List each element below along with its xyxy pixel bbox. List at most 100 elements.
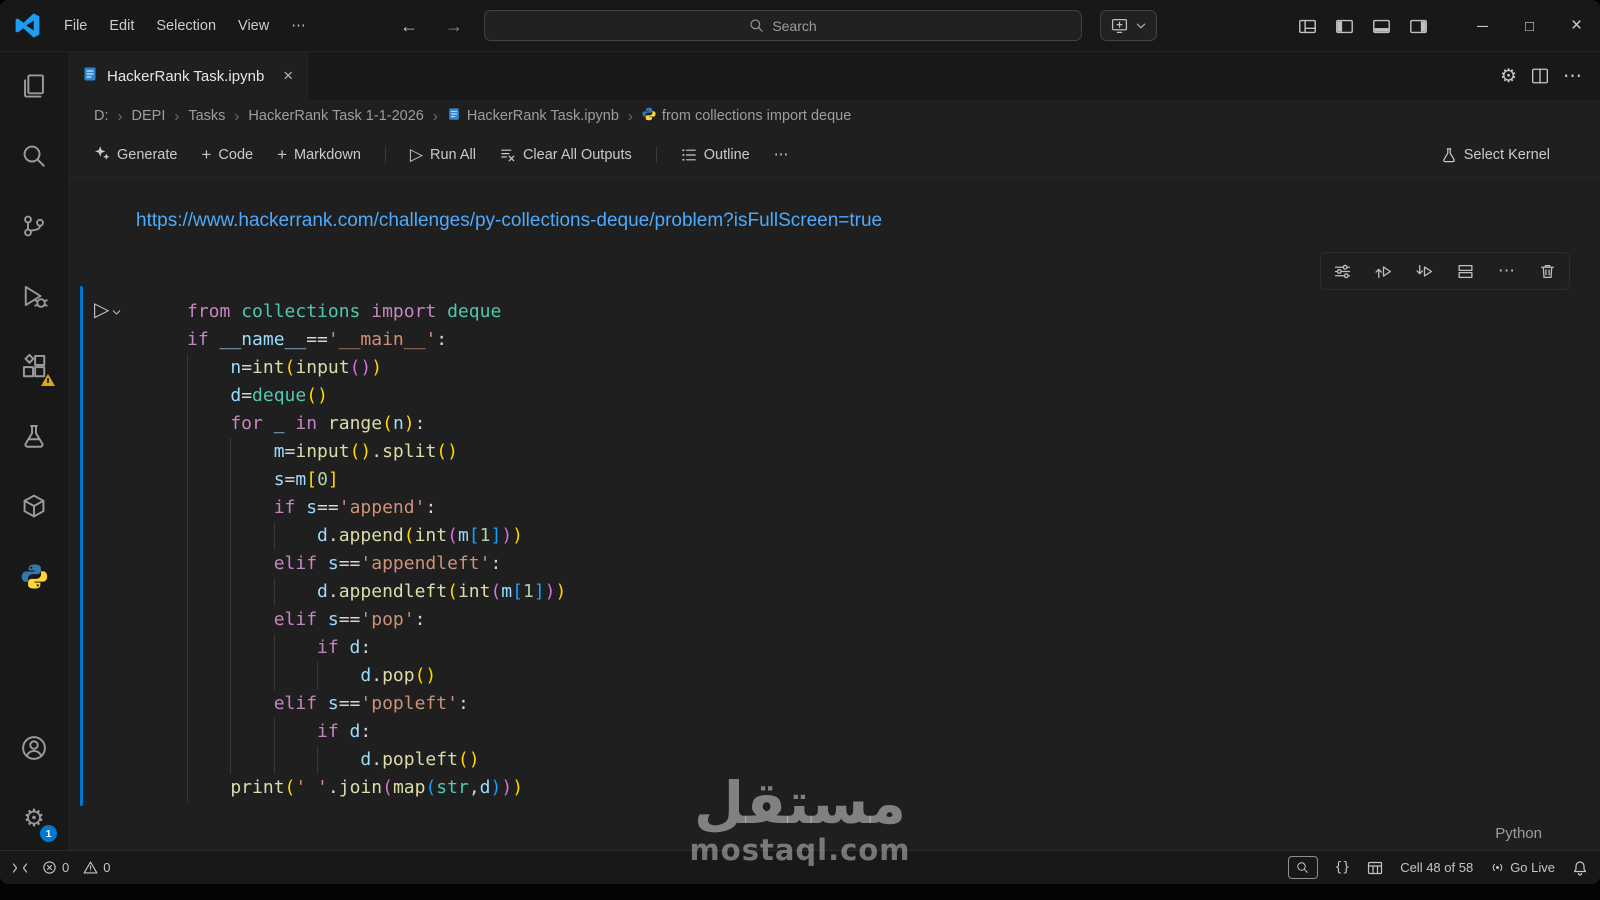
code-line[interactable]: n=int(input()) bbox=[187, 354, 1600, 382]
toggle-panel-icon[interactable] bbox=[1372, 17, 1391, 36]
indent-guide bbox=[230, 718, 273, 746]
braces-indicator[interactable]: {} bbox=[1335, 860, 1351, 875]
breadcrumb-separator: › bbox=[627, 107, 633, 125]
back-button[interactable]: ← bbox=[400, 16, 418, 37]
code-line[interactable]: if s=='append': bbox=[187, 494, 1600, 522]
add-markdown-button[interactable]: + Markdown bbox=[277, 145, 361, 165]
toggle-sidebar-icon[interactable] bbox=[1335, 17, 1354, 36]
breadcrumb-item[interactable]: D: bbox=[94, 108, 109, 124]
maximize-button[interactable]: □ bbox=[1506, 0, 1553, 52]
tab-hackerrank-task[interactable]: HackerRank Task.ipynb × bbox=[68, 52, 309, 100]
code-line[interactable]: for _ in range(n): bbox=[187, 410, 1600, 438]
extensions-icon[interactable] bbox=[10, 342, 58, 390]
menu-view[interactable]: View bbox=[227, 12, 280, 40]
accounts-icon[interactable] bbox=[10, 724, 58, 772]
add-markdown-label: Markdown bbox=[294, 146, 361, 163]
breadcrumb-item-file[interactable]: HackerRank Task.ipynb bbox=[447, 107, 619, 125]
breadcrumb-item[interactable]: HackerRank Task 1-1-2026 bbox=[248, 108, 423, 124]
search-sidebar-icon[interactable] bbox=[10, 132, 58, 180]
zoom-button[interactable] bbox=[1287, 856, 1318, 879]
toolbar-more-icon[interactable]: ⋯ bbox=[774, 147, 789, 163]
code-line[interactable]: if __name__=='__main__': bbox=[187, 326, 1600, 354]
monitor-plus-icon bbox=[1111, 17, 1128, 34]
cell-more-actions-button[interactable]: ⋯ bbox=[1498, 261, 1515, 281]
plus-icon: + bbox=[277, 144, 288, 164]
code-line[interactable]: if d: bbox=[187, 718, 1600, 746]
containers-icon[interactable] bbox=[10, 482, 58, 530]
add-code-button[interactable]: + Code bbox=[201, 145, 253, 165]
errors-indicator[interactable]: 0 bbox=[42, 860, 69, 875]
split-editor-icon[interactable] bbox=[1531, 67, 1549, 85]
cell-position-indicator[interactable]: Cell 48 of 58 bbox=[1400, 860, 1473, 875]
generate-button[interactable]: Generate bbox=[94, 145, 177, 165]
code-line[interactable]: d.append(int(m[1])) bbox=[187, 522, 1600, 550]
code-line[interactable]: print(' '.join(map(str,d))) bbox=[187, 774, 1600, 802]
select-kernel-button[interactable]: Select Kernel bbox=[1441, 147, 1574, 163]
warnings-indicator[interactable]: 0 bbox=[83, 860, 110, 875]
indent-guide bbox=[187, 606, 230, 634]
indent-guide bbox=[187, 634, 230, 662]
explorer-icon[interactable] bbox=[10, 62, 58, 110]
editor-more-actions-icon[interactable]: ⋯ bbox=[1563, 65, 1582, 88]
breadcrumb-item-symbol[interactable]: from collections import deque bbox=[642, 107, 851, 125]
run-all-button[interactable]: ▷ Run All bbox=[410, 145, 476, 165]
activity-bar: ⚙ 1 bbox=[0, 52, 68, 850]
tab-title: HackerRank Task.ipynb bbox=[107, 67, 265, 85]
tab-bar: HackerRank Task.ipynb × ⚙ ⋯ bbox=[68, 52, 1600, 100]
go-live-label: Go Live bbox=[1510, 860, 1555, 875]
notifications-bell-icon[interactable] bbox=[1572, 860, 1588, 876]
code-line[interactable]: m=input().split() bbox=[187, 438, 1600, 466]
run-debug-icon[interactable] bbox=[10, 272, 58, 320]
code-line[interactable]: elif s=='pop': bbox=[187, 606, 1600, 634]
breadcrumb-item[interactable]: Tasks bbox=[188, 108, 225, 124]
menu-edit[interactable]: Edit bbox=[98, 12, 145, 40]
markdown-link[interactable]: https://www.hackerrank.com/challenges/py… bbox=[136, 210, 882, 231]
code-line[interactable]: from collections import deque bbox=[187, 298, 1600, 326]
split-cell-button[interactable] bbox=[1457, 263, 1474, 280]
tab-close-icon[interactable]: × bbox=[283, 66, 293, 86]
menu-file[interactable]: File bbox=[53, 12, 98, 40]
minimize-button[interactable]: ─ bbox=[1459, 0, 1506, 52]
customize-layout-icon[interactable] bbox=[1298, 17, 1317, 36]
outline-button[interactable]: Outline bbox=[681, 147, 750, 163]
delete-cell-button[interactable] bbox=[1539, 263, 1556, 280]
menu-selection[interactable]: Selection bbox=[145, 12, 227, 40]
breadcrumb-symbol-label: from collections import deque bbox=[661, 108, 852, 124]
run-cell-button[interactable]: ▷ bbox=[94, 300, 187, 320]
code-area[interactable]: from collections import deque if __name__… bbox=[187, 298, 1600, 802]
run-above-button[interactable] bbox=[1375, 263, 1392, 280]
code-line[interactable]: d.appendleft(int(m[1])) bbox=[187, 578, 1600, 606]
code-line[interactable]: elif s=='popleft': bbox=[187, 690, 1600, 718]
go-live-button[interactable]: Go Live bbox=[1490, 860, 1555, 875]
testing-icon[interactable] bbox=[10, 412, 58, 460]
close-button[interactable]: × bbox=[1553, 0, 1600, 52]
code-line[interactable]: if d: bbox=[187, 634, 1600, 662]
forward-button[interactable]: → bbox=[445, 16, 463, 37]
code-line[interactable]: d.pop() bbox=[187, 662, 1600, 690]
cell-settings-button[interactable] bbox=[1334, 263, 1351, 280]
python-extension-icon[interactable] bbox=[10, 552, 58, 600]
toggle-secondary-sidebar-icon[interactable] bbox=[1409, 17, 1428, 36]
new-window-button[interactable] bbox=[1100, 10, 1157, 41]
menu-more[interactable]: ⋯ bbox=[280, 12, 317, 40]
source-control-icon[interactable] bbox=[10, 202, 58, 250]
code-line[interactable]: s=m[0] bbox=[187, 466, 1600, 494]
code-line[interactable]: d.popleft() bbox=[187, 746, 1600, 774]
code-cell[interactable]: ▷ from collections import deque if __name… bbox=[80, 284, 1600, 808]
indent-guide bbox=[230, 550, 273, 578]
clear-all-outputs-button[interactable]: Clear All Outputs bbox=[500, 147, 632, 163]
code-line[interactable]: d=deque() bbox=[187, 382, 1600, 410]
search-box[interactable]: Search bbox=[484, 10, 1082, 41]
run-below-button[interactable] bbox=[1416, 263, 1433, 280]
breadcrumb-item[interactable]: DEPI bbox=[132, 108, 166, 124]
remote-indicator-icon[interactable] bbox=[12, 860, 28, 876]
code-line[interactable]: elif s=='appendleft': bbox=[187, 550, 1600, 578]
settings-gear-icon[interactable]: ⚙ 1 bbox=[10, 794, 58, 842]
table-viewer-icon[interactable] bbox=[1367, 860, 1383, 876]
markdown-cell[interactable]: https://www.hackerrank.com/challenges/py… bbox=[136, 210, 1600, 232]
generate-label: Generate bbox=[117, 146, 178, 163]
cell-language-picker[interactable]: Python bbox=[1495, 825, 1542, 842]
editor-settings-gear-icon[interactable]: ⚙ bbox=[1500, 65, 1517, 88]
indent-guide bbox=[187, 774, 230, 802]
indent-guide bbox=[230, 466, 273, 494]
